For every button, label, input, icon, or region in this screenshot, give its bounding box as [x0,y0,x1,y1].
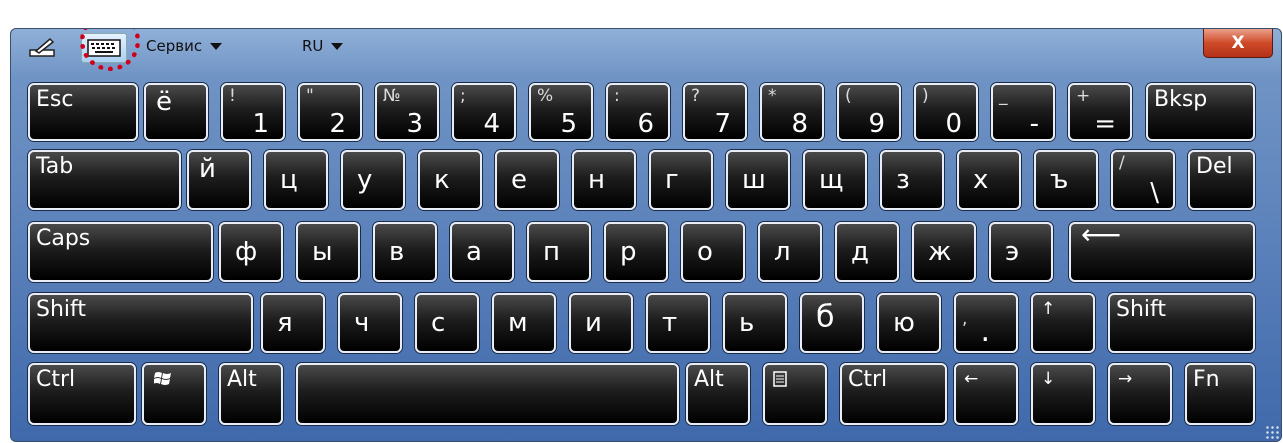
key-backspace[interactable]: Bksp [1146,83,1255,141]
key-3[interactable]: № 3 [375,83,439,141]
key-letter-12[interactable]: ъ [1034,150,1098,210]
key-7[interactable]: ? 7 [683,83,747,141]
key-8[interactable]: * 8 [760,83,824,141]
key-caps[interactable]: Caps [28,222,213,282]
key-letter-14[interactable]: ы [296,222,360,282]
key-arrow-right[interactable]: → [1108,363,1172,425]
key-letter-23[interactable]: э [989,222,1053,282]
key-5[interactable]: % 5 [529,83,593,141]
key-comma[interactable]: ,. [954,293,1018,353]
service-menu[interactable]: Сервис [146,37,223,55]
key-letter-29[interactable]: т [646,293,710,353]
key-ctrl-left[interactable]: Ctrl [28,363,136,425]
key-delete[interactable]: Del [1188,150,1255,210]
key-6[interactable]: :6 [606,83,670,141]
key-space[interactable] [296,363,679,425]
language-menu[interactable]: RU [302,37,344,55]
key-letter-19[interactable]: о [681,222,745,282]
key-letter-6[interactable]: н [572,150,636,210]
key-backslash[interactable]: / \ [1111,150,1175,210]
service-menu-label: Сервис [146,37,203,55]
key-letter-15[interactable]: в [373,222,437,282]
key-0[interactable]: ) 0 [914,83,978,141]
key-letter-21[interactable]: д [835,222,899,282]
key-windows[interactable] [142,363,206,425]
key-shift-left[interactable]: Shift [28,293,253,353]
key-letter-28[interactable]: и [569,293,633,353]
key-letter-24[interactable]: я [261,293,325,353]
key-letter-25[interactable]: ч [338,293,402,353]
key-letter-26[interactable]: с [415,293,479,353]
key-alt-right[interactable]: Alt [686,363,750,425]
key-letter-8[interactable]: ш [726,150,790,210]
windows-logo-icon [154,372,171,385]
key-yo[interactable]: ё [144,83,208,141]
key-letter-31[interactable]: б [800,293,864,353]
key-shift-right[interactable]: Shift [1108,293,1255,353]
key-equal[interactable]: + = [1068,83,1132,141]
key-9[interactable]: (9 [837,83,901,141]
key-letter-20[interactable]: л [758,222,822,282]
key-letter-1[interactable]: й [187,150,251,210]
key-letter-10[interactable]: з [880,150,944,210]
chevron-down-icon [210,42,223,50]
key-letter-27[interactable]: м [492,293,556,353]
key-letter-30[interactable]: ь [723,293,787,353]
highlight-circle [80,29,140,71]
key-letter-9[interactable]: щ [803,150,867,210]
key-letter-13[interactable]: ф [219,222,283,282]
key-letter-18[interactable]: р [604,222,668,282]
resize-grip-icon[interactable] [1265,425,1279,439]
key-ctrl-right[interactable]: Ctrl [840,363,947,425]
key-letter-32[interactable]: ю [877,293,941,353]
key-letter-2[interactable]: ц [264,150,328,210]
key-letter-11[interactable]: х [957,150,1021,210]
key-minus[interactable]: _ - [991,83,1055,141]
key-4[interactable]: ; 4 [452,83,516,141]
key-tab[interactable]: Tab [28,150,181,210]
key-letter-3[interactable]: у [341,150,405,210]
title-bar: Сервис RU X [11,29,1281,71]
key-letter-7[interactable]: г [649,150,713,210]
key-menu[interactable] [763,363,827,425]
key-letter-22[interactable]: ж [912,222,976,282]
context-menu-icon [773,371,787,387]
key-arrow-left[interactable]: ← [954,363,1018,425]
key-fn[interactable]: Fn [1185,363,1255,425]
key-arrow-down[interactable]: ↓ [1031,363,1095,425]
close-button[interactable]: X [1203,29,1273,58]
key-alt-left[interactable]: Alt [219,363,283,425]
key-enter[interactable]: ⟵ [1069,222,1255,282]
language-menu-label: RU [302,37,324,55]
key-1[interactable]: ! 1 [221,83,285,141]
on-screen-keyboard-window: Сервис RU X Esc ё ! 1 " 2 № 3 ; 4 % 5 :6 ? 7 *… [10,28,1282,442]
pen-tablet-icon[interactable] [25,33,61,63]
key-2[interactable]: " 2 [298,83,362,141]
key-letter-16[interactable]: а [450,222,514,282]
key-esc[interactable]: Esc [28,83,138,141]
key-arrow-up[interactable]: ↑ [1031,293,1095,353]
key-letter-4[interactable]: к [418,150,482,210]
close-icon: X [1231,33,1245,53]
key-letter-17[interactable]: п [527,222,591,282]
key-letter-5[interactable]: е [495,150,559,210]
chevron-down-icon [331,42,344,50]
